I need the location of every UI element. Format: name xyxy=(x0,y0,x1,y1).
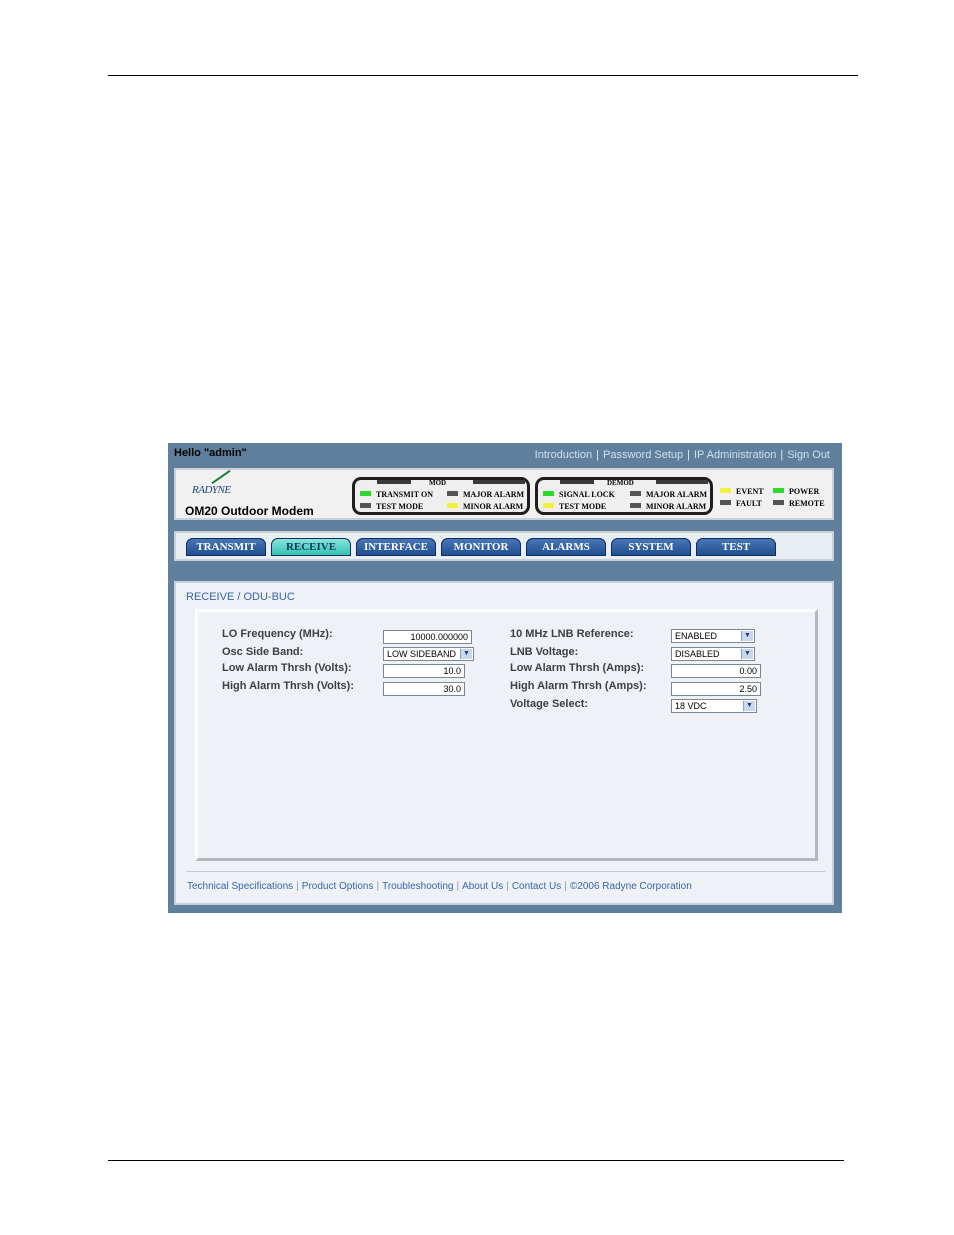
voltage-select-select[interactable]: 18 VDC ▼ xyxy=(671,699,757,713)
group-bar xyxy=(656,480,708,484)
lo-frequency-input[interactable]: 10000.000000 xyxy=(383,630,472,644)
mod-group-title: MOD xyxy=(429,479,447,487)
lnb-reference-label: 10 MHz LNB Reference: xyxy=(510,628,634,640)
low-alarm-amps-label: Low Alarm Thrsh (Amps): xyxy=(510,662,645,674)
link-ip-administration[interactable]: IP Administration xyxy=(694,449,776,461)
link-troubleshooting[interactable]: Troubleshooting xyxy=(382,881,453,892)
led-indicator-icon xyxy=(543,491,554,496)
lo-frequency-label: LO Frequency (MHz): xyxy=(222,628,333,640)
led-indicator-icon xyxy=(773,500,784,505)
separator: | xyxy=(564,881,567,892)
copyright: ©2006 Radyne Corporation xyxy=(569,881,692,892)
mod-led-group: MOD TRANSMIT ON MAJOR ALARM TEST MODE MI… xyxy=(352,477,530,515)
link-password-setup[interactable]: Password Setup xyxy=(603,449,683,461)
group-bar xyxy=(473,480,525,484)
group-bar xyxy=(377,480,411,484)
led-indicator-icon xyxy=(360,503,371,508)
link-product-options[interactable]: Product Options xyxy=(302,881,374,892)
separator: | xyxy=(596,449,600,461)
receive-settings-panel: LO Frequency (MHz): 10000.000000 Osc Sid… xyxy=(195,609,818,861)
high-alarm-amps-input[interactable]: 2.50 xyxy=(671,682,761,696)
high-alarm-volts-label: High Alarm Thrsh (Volts): xyxy=(222,680,354,692)
lnb-voltage-select[interactable]: DISABLED ▼ xyxy=(671,647,755,661)
high-alarm-volts-input[interactable]: 30.0 xyxy=(383,682,465,696)
voltage-select-label: Voltage Select: xyxy=(510,698,589,710)
chevron-down-icon[interactable]: ▼ xyxy=(743,701,755,711)
lnb-reference-select[interactable]: ENABLED ▼ xyxy=(671,629,755,643)
footer-links: Technical Specifications | Product Options… xyxy=(187,881,692,892)
separator: | xyxy=(376,881,380,892)
product-name: OM20 Outdoor Modem xyxy=(185,504,314,518)
led-indicator-icon xyxy=(773,488,784,493)
osc-side-band-label: Osc Side Band: xyxy=(222,646,304,658)
status-header: RADYNE OM20 Outdoor Modem MOD TRANSMIT O… xyxy=(174,468,834,520)
led-signal-lock: SIGNAL LOCK xyxy=(543,490,615,499)
link-about-us[interactable]: About Us xyxy=(462,881,503,892)
lnb-voltage-label: LNB Voltage: xyxy=(510,646,579,658)
page-bottom-rule xyxy=(108,1160,844,1161)
chevron-down-icon[interactable]: ▼ xyxy=(741,649,753,659)
led-power: POWER xyxy=(773,487,819,496)
osc-side-band-select[interactable]: LOW SIDEBAND ▼ xyxy=(383,647,474,661)
separator: | xyxy=(687,449,690,461)
led-indicator-icon xyxy=(447,491,458,496)
led-indicator-icon xyxy=(630,503,641,508)
led-indicator-icon xyxy=(720,500,731,505)
tab-monitor[interactable]: MONITOR xyxy=(441,538,521,556)
chevron-down-icon[interactable]: ▼ xyxy=(460,649,472,659)
tab-receive[interactable]: RECEIVE xyxy=(271,538,351,556)
logo-text: RADYNE xyxy=(192,484,231,496)
separator: | xyxy=(780,449,784,461)
logo-swoosh-icon xyxy=(211,469,231,485)
led-indicator-icon xyxy=(630,491,641,496)
low-alarm-amps-input[interactable]: 0.00 xyxy=(671,664,761,678)
led-indicator-icon xyxy=(447,503,458,508)
group-bar xyxy=(560,480,594,484)
footer-divider xyxy=(187,871,825,872)
led-event: EVENT xyxy=(720,487,764,496)
top-bar: Hello "admin" Introduction | Password Setu… xyxy=(168,443,842,467)
low-alarm-volts-label: Low Alarm Thrsh (Volts): xyxy=(222,662,352,674)
top-links: Introduction | Password Setup | IP Administr… xyxy=(535,449,830,461)
high-alarm-amps-label: High Alarm Thrsh (Amps): xyxy=(510,680,647,692)
led-major-alarm: MAJOR ALARM xyxy=(447,490,524,499)
demod-group-title: DEMOD xyxy=(607,479,634,487)
main-nav: TRANSMIT RECEIVE INTERFACE MONITOR ALARM… xyxy=(174,531,834,561)
separator: | xyxy=(456,881,460,892)
led-test-mode: TEST MODE xyxy=(360,502,423,511)
led-indicator-icon xyxy=(720,488,731,493)
led-test-mode: TEST MODE xyxy=(543,502,606,511)
link-technical-specifications[interactable]: Technical Specifications xyxy=(187,881,293,892)
tab-system[interactable]: SYSTEM xyxy=(611,538,691,556)
led-indicator-icon xyxy=(543,503,554,508)
greeting: Hello "admin" xyxy=(174,447,247,459)
led-minor-alarm: MINOR ALARM xyxy=(447,502,523,511)
link-sign-out[interactable]: Sign Out xyxy=(787,449,830,461)
led-indicator-icon xyxy=(360,491,371,496)
led-fault: FAULT xyxy=(720,499,762,508)
breadcrumb: RECEIVE / ODU-BUC xyxy=(186,591,295,603)
link-contact-us[interactable]: Contact Us xyxy=(512,881,561,892)
separator: | xyxy=(506,881,509,892)
tab-interface[interactable]: INTERFACE xyxy=(356,538,436,556)
radyne-logo: RADYNE xyxy=(192,469,231,496)
modem-web-ui: Hello "admin" Introduction | Password Setu… xyxy=(168,443,842,913)
link-introduction[interactable]: Introduction xyxy=(535,449,592,461)
led-major-alarm: MAJOR ALARM xyxy=(630,490,707,499)
tab-test[interactable]: TEST xyxy=(696,538,776,556)
low-alarm-volts-input[interactable]: 10.0 xyxy=(383,664,465,678)
separator: | xyxy=(296,881,299,892)
content-area: RECEIVE / ODU-BUC LO Frequency (MHz): 10… xyxy=(174,581,834,905)
page-top-rule xyxy=(108,75,858,76)
chevron-down-icon[interactable]: ▼ xyxy=(741,631,753,641)
tab-alarms[interactable]: ALARMS xyxy=(526,538,606,556)
led-minor-alarm: MINOR ALARM xyxy=(630,502,706,511)
led-remote: REMOTE xyxy=(773,499,825,508)
led-transmit-on: TRANSMIT ON xyxy=(360,490,433,499)
tab-transmit[interactable]: TRANSMIT xyxy=(186,538,266,556)
demod-led-group: DEMOD SIGNAL LOCK MAJOR ALARM TEST MODE … xyxy=(535,477,713,515)
